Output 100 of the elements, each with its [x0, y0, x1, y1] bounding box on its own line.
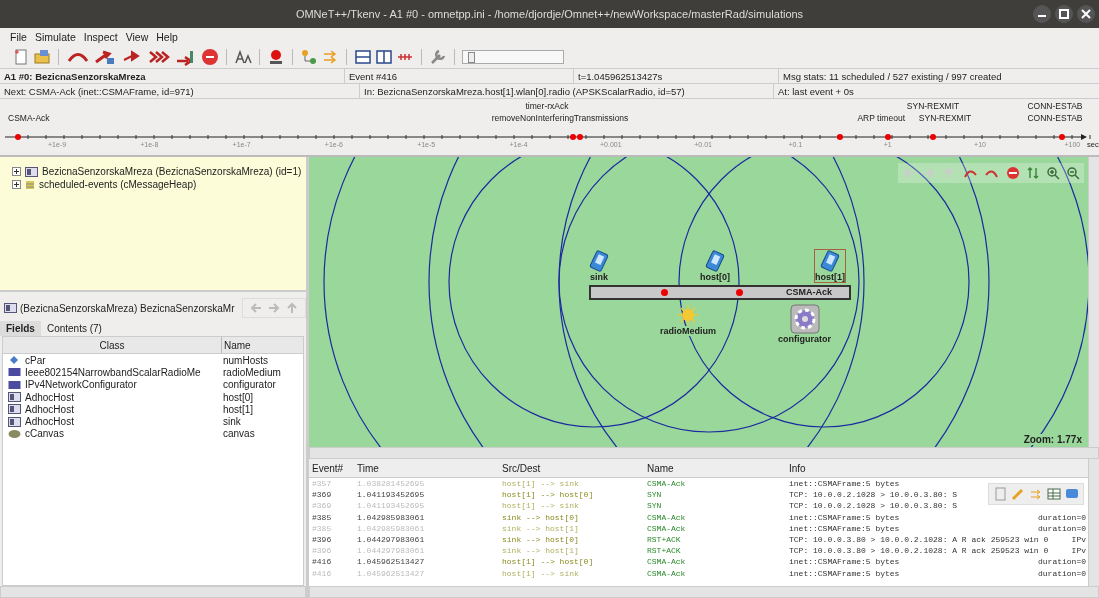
name-cell-text: configurator: [222, 379, 276, 391]
message-name-cell-text: CSMA-Ack: [647, 568, 687, 578]
menu-item[interactable]: Help: [156, 31, 178, 43]
module-icon: [4, 303, 17, 313]
inspector-tab[interactable]: Fields: [0, 321, 41, 336]
table-icon[interactable]: [1047, 487, 1061, 501]
close-button[interactable]: [1077, 5, 1095, 23]
time-cell-text: 1.044297983061: [357, 535, 426, 545]
canvas-icon: [7, 428, 21, 439]
name-cell-text: host[0]: [222, 391, 254, 403]
expand-icon[interactable]: [12, 180, 21, 189]
info-cell: inet::CSMAFrame:5 bytes: [789, 523, 900, 533]
network-node[interactable]: radioMedium: [659, 303, 717, 337]
name-cell-text: host[1]: [222, 403, 254, 415]
horizontal-scrollbar[interactable]: [0, 586, 306, 598]
node-label: configurator: [778, 334, 831, 344]
monitor-icon[interactable]: [1065, 487, 1079, 501]
timeline-event-label: CSMA-Ack: [8, 113, 50, 123]
express-icon[interactable]: [147, 48, 171, 66]
menu-item[interactable]: Inspect: [83, 31, 118, 43]
menu-item[interactable]: View: [125, 31, 149, 43]
column-header[interactable]: Time: [357, 462, 502, 474]
arrows-icon[interactable]: [321, 48, 339, 66]
back-icon[interactable]: [902, 167, 916, 179]
horizontal-scrollbar[interactable]: [309, 447, 1099, 459]
tree-item[interactable]: BezicnaSenzorskaMreza (BezicnaSenzorskaMreza) (id=1): [42, 166, 302, 177]
event-number-cell-text: #357: [311, 479, 333, 489]
info-cell: inet::CSMAFrame:5 bytes: [789, 568, 900, 578]
run-icon[interactable]: [93, 48, 117, 66]
event-module: In: BezicnaSenzorskaMreza.host[1].wlan[0].radio (APSKScalarRadio, id=57): [360, 84, 774, 98]
tree-icon[interactable]: [300, 48, 318, 66]
vertical-scrollbar[interactable]: [1088, 157, 1099, 447]
forward-icon[interactable]: [922, 167, 936, 179]
class-cell-text: IPv4NetworkConfigurator: [25, 379, 138, 391]
message-dot: [661, 289, 668, 296]
stop-icon[interactable]: [201, 48, 219, 66]
timeline-event-label: SYN-REXMIT: [906, 101, 960, 111]
column-header[interactable]: Class: [3, 337, 222, 353]
event-number-cell-text: #369: [311, 490, 333, 500]
info-cell: TCP: 10.0.0.3.80 > 10.0.0.2.1028: A R ack 259523 win 0: [789, 535, 1049, 545]
column-header[interactable]: Src/Dest: [502, 462, 647, 474]
vertical-split-icon[interactable]: [375, 48, 393, 66]
time-cell-text: 1.041193452695: [357, 501, 426, 511]
horizontal-split-icon[interactable]: [354, 48, 372, 66]
speed-slider-thumb[interactable]: [467, 52, 475, 63]
source-destination-cell-text: host[1] --> sink: [502, 479, 580, 489]
source-destination-cell-text: host[1] --> sink: [502, 501, 580, 511]
network-node[interactable]: sink: [587, 249, 611, 283]
name-cell-text: canvas: [222, 428, 255, 440]
info-detail-cell: IPv: [1071, 546, 1086, 556]
parameter-icon: [9, 355, 19, 366]
record-icon[interactable]: [267, 48, 285, 66]
undo-icon[interactable]: [962, 167, 978, 179]
source-destination-cell-text: sink --> host[0]: [502, 535, 580, 545]
tree-item[interactable]: scheduled-events (cMessageHeap): [39, 179, 197, 190]
event-number-cell-text: #369: [311, 501, 333, 511]
folder-icon[interactable]: [33, 48, 51, 66]
info-cell: inet::CSMAFrame:5 bytes: [789, 479, 900, 489]
column-header[interactable]: Name: [222, 337, 251, 353]
object-icon: [7, 367, 21, 378]
class-cell-text: cCanvas: [25, 428, 65, 440]
time-cell-text: 1.038281452695: [357, 479, 426, 489]
message-name-cell-text: RST+ACK: [647, 546, 682, 556]
new-document-icon[interactable]: [12, 48, 30, 66]
zoom-in-icon[interactable]: [1046, 166, 1060, 180]
column-header[interactable]: Name: [647, 462, 789, 474]
find-text-icon[interactable]: [234, 48, 252, 66]
node-label: host[0]: [700, 272, 730, 282]
source-destination-cell-text: host[1] --> sink: [502, 568, 580, 578]
menu-item[interactable]: File: [10, 31, 27, 43]
queue-icon: [25, 179, 35, 190]
stop-icon[interactable]: [1006, 166, 1020, 180]
class-cell-text: Ieee802154NarrowbandScalarRadioMe: [25, 366, 202, 378]
name-cell-text: radioMedium: [222, 366, 281, 378]
column-header[interactable]: Info: [789, 462, 806, 474]
wrench-icon[interactable]: [429, 48, 447, 66]
horizontal-scrollbar[interactable]: [309, 586, 1099, 598]
maximize-icon: [1059, 9, 1069, 19]
network-node[interactable]: host[1]: [814, 249, 846, 283]
message-name-cell-text: CSMA-Ack: [647, 523, 687, 533]
network-node[interactable]: host[0]: [699, 249, 731, 283]
info-cell: TCP: 10.0.0.2.1028 > 10.0.0.3.80: S: [789, 501, 958, 511]
relayout-icon[interactable]: [1026, 166, 1040, 180]
network-node[interactable]: configurator: [777, 303, 832, 345]
menu-item[interactable]: Simulate: [34, 31, 76, 43]
vertical-scrollbar[interactable]: [1088, 459, 1099, 586]
message-name-cell-text: RST+ACK: [647, 535, 682, 545]
expand-icon[interactable]: [12, 167, 21, 176]
info-cell: inet::CSMAFrame:5 bytes: [789, 557, 900, 567]
inspector-tab[interactable]: Contents (7): [40, 321, 108, 336]
zoom-out-icon[interactable]: [1066, 166, 1080, 180]
event-time-offset: At: last event + 0s: [777, 84, 855, 98]
node-label: host[1]: [815, 272, 845, 282]
minimize-button[interactable]: [1033, 5, 1051, 23]
pencil-icon[interactable]: [1011, 487, 1025, 501]
column-header[interactable]: Event#: [309, 462, 357, 474]
maximize-button[interactable]: [1055, 5, 1073, 23]
redo-icon[interactable]: [984, 167, 1000, 179]
class-cell-text: AdhocHost: [25, 391, 75, 403]
next-event: Next: CSMA-Ack (inet::CSMAFrame, id=971): [0, 84, 360, 98]
